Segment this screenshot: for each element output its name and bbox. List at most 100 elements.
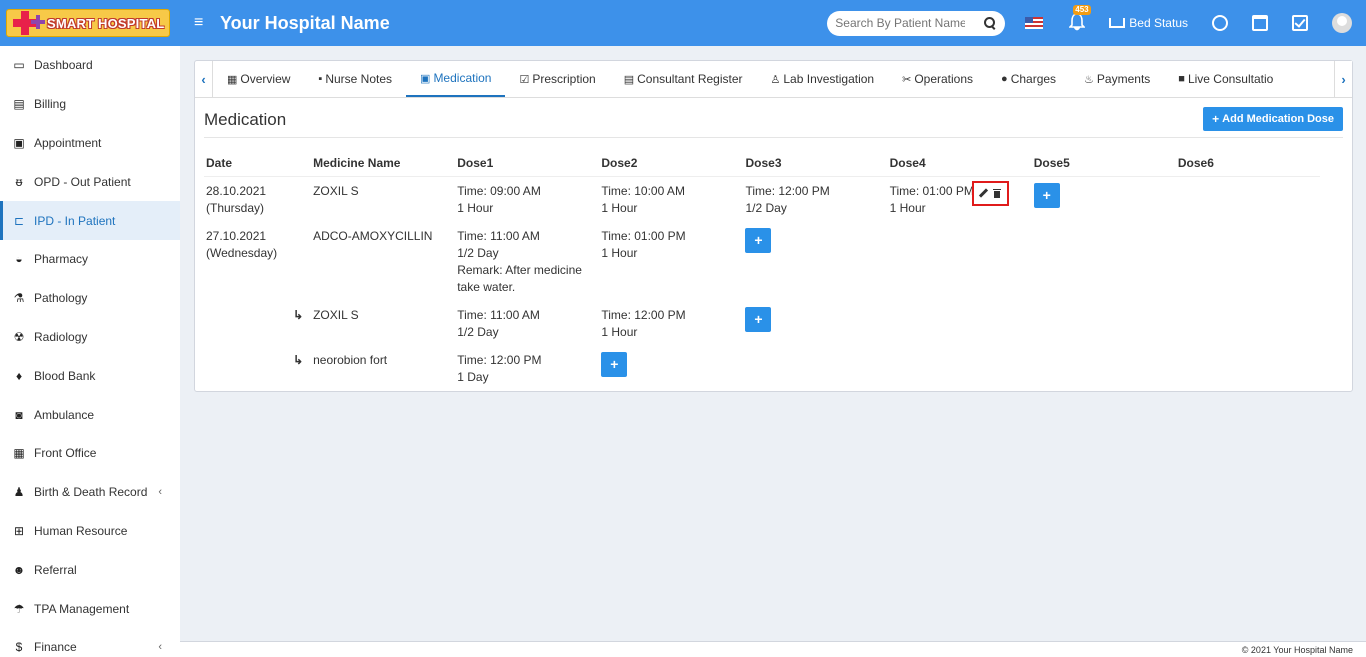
dose-entry[interactable]: Time: 12:00 PM 1 Day [457, 352, 597, 386]
medication-table: Date Medicine Name Dose1 Dose2 Dose3 Dose4 Dos… [204, 151, 1320, 391]
user-avatar[interactable] [1332, 13, 1352, 33]
chevron-left-icon[interactable]: ‹ [158, 641, 162, 653]
sidebar-item-pharmacy[interactable]: ◒ Pharmacy [0, 240, 180, 279]
monitor-icon: ▭ [13, 58, 25, 73]
menu-toggle-icon[interactable]: ≡ [194, 14, 208, 32]
dose-cell: Time: 11:00 AM 1/2 Day Remark: After medic… [455, 222, 599, 301]
tab-label: Charges [1010, 72, 1057, 86]
add-dose-button[interactable]: + [1033, 182, 1060, 208]
dose-cell: Time: 10:00 AM 1 Hour [599, 176, 743, 222]
tab-operations[interactable]: ✂ Operations [888, 61, 987, 97]
tab-payments[interactable]: ♨ Payments [1070, 61, 1164, 97]
donate-icon: ● [1001, 73, 1008, 85]
tab-label: Operations [914, 72, 974, 86]
tabs-scroll-right-icon[interactable]: › [1334, 61, 1352, 97]
patient-search[interactable] [827, 10, 1006, 36]
sidebar-item-label: IPD - In Patient [34, 213, 116, 228]
medicine-name: ZOXIL S [313, 183, 359, 198]
xray-icon: ☢ [13, 329, 25, 344]
dose-entry[interactable]: Time: 10:00 AM 1 Hour [601, 183, 741, 217]
whatsapp-icon[interactable] [1212, 15, 1228, 31]
notification-bell-icon[interactable]: 453 [1067, 5, 1091, 33]
dose-entry[interactable]: Time: 09:00 AM 1 Hour [457, 183, 597, 217]
sidebar-item-pathology[interactable]: ⚗ Pathology [0, 279, 180, 318]
search-icon[interactable] [983, 16, 997, 30]
tab-overview[interactable]: ▦ Overview [213, 61, 304, 97]
dose-time: Time: 09:00 AM [457, 183, 541, 198]
sidebar-item-birth-death-record[interactable]: ♟ Birth & Death Record ‹ [0, 473, 180, 512]
dose-entry[interactable]: Time: 12:00 PM 1 Hour [601, 307, 741, 341]
tabs-scroll-left-icon[interactable]: ‹ [195, 61, 213, 97]
sidebar-item-ambulance[interactable]: ◙ Ambulance [0, 395, 180, 434]
pencil-icon[interactable] [979, 189, 987, 197]
sidebar-item-opd-out-patient[interactable]: ᵿ OPD - Out Patient [0, 162, 180, 201]
dose-cell [888, 301, 1032, 346]
medicine-cell: ↳ neorobion fort [293, 346, 455, 391]
sidebar-item-label: Appointment [34, 135, 102, 150]
copyright-text: © 2021 Your Hospital Name [1241, 645, 1353, 655]
dose-quantity: 1 Hour [601, 200, 638, 215]
sidebar-item-human-resource[interactable]: ⊞ Human Resource [0, 512, 180, 551]
add-medication-dose-button[interactable]: + Add Medication Dose [1203, 107, 1343, 131]
dose-entry[interactable]: Time: 01:00 PM 1 Hour [889, 180, 1030, 217]
hospital-name: Your Hospital Name [220, 12, 390, 33]
chevron-left-icon[interactable]: ‹ [158, 486, 162, 498]
tab-medication[interactable]: ▣ Medication [406, 61, 506, 97]
trash-icon[interactable] [993, 188, 1002, 198]
tab-live-consultatio[interactable]: ■ Live Consultatio [1164, 61, 1287, 97]
dose-quantity: 1 Day [457, 369, 489, 384]
sidebar-item-tpa-management[interactable]: ☂ TPA Management [0, 589, 180, 628]
sidebar-item-dashboard[interactable]: ▭ Dashboard [0, 46, 180, 85]
dose-cell [1176, 346, 1320, 391]
tab-prescription[interactable]: ☑ Prescription [505, 61, 609, 97]
sidebar-item-label: Pathology [34, 291, 88, 306]
sidebar-item-radiology[interactable]: ☢ Radiology [0, 318, 180, 357]
dose-cell: + [599, 346, 743, 391]
sidebar-item-label: TPA Management [34, 601, 130, 616]
tab-label: Prescription [532, 72, 596, 86]
dose-entry[interactable]: Time: 11:00 AM 1/2 Day Remark: After medic… [457, 228, 597, 296]
dose-cell [1176, 301, 1320, 346]
sidebar-item-billing[interactable]: ▤ Billing [0, 85, 180, 124]
sidebar-item-label: Radiology [34, 329, 88, 344]
users-icon: ☻ [12, 562, 26, 577]
dose-actions-highlight [971, 180, 1009, 206]
calendar-icon[interactable] [1252, 15, 1268, 31]
dose-entry[interactable]: Time: 01:00 PM 1 Hour [601, 228, 741, 262]
dose-entry[interactable]: Time: 11:00 AM 1/2 Day [457, 307, 597, 341]
file-icon: ▤ [13, 97, 25, 112]
bed-status-label: Bed Status [1129, 16, 1188, 30]
dose-cell: + [743, 222, 887, 301]
task-check-icon[interactable] [1292, 15, 1308, 31]
sidebar-item-appointment[interactable]: ▣ Appointment [0, 124, 180, 163]
dose-quantity: 1 Hour [601, 324, 638, 339]
sitemap-icon: ⊞ [13, 523, 25, 538]
microscope-icon: ♙ [770, 73, 781, 86]
us-flag-icon[interactable] [1025, 17, 1044, 29]
dose-entry[interactable]: Time: 12:00 PM 1/2 Day [745, 183, 885, 217]
calendar-check-icon: ▣ [13, 135, 25, 150]
sidebar-item-ipd-in-patient[interactable]: ⊏ IPD - In Patient [0, 201, 180, 240]
add-dose-button[interactable]: + [601, 351, 628, 377]
sidebar-item-referral[interactable]: ☻ Referral [0, 550, 180, 589]
sidebar-item-label: Blood Bank [34, 368, 96, 383]
sidebar-item-blood-bank[interactable]: ♦ Blood Bank [0, 356, 180, 395]
add-dose-button[interactable]: + [745, 306, 772, 332]
dose-time: Time: 01:00 PM [601, 228, 686, 243]
sidebar-item-front-office[interactable]: ▦ Front Office [0, 434, 180, 473]
tab-nurse-notes[interactable]: ▪ Nurse Notes [304, 61, 406, 97]
sidebar-item-finance[interactable]: $ Finance ‹ [0, 628, 180, 657]
tab-lab-investigation[interactable]: ♙ Lab Investigation [757, 61, 889, 97]
logo-cross-icon [9, 11, 47, 35]
medkit-icon: ▣ [420, 72, 431, 85]
add-dose-button[interactable]: + [745, 227, 772, 253]
bed-status-button[interactable]: Bed Status [1109, 16, 1188, 30]
tab-charges[interactable]: ● Charges [987, 61, 1070, 97]
logo[interactable]: SMART HOSPITAL [0, 0, 180, 46]
dose-time: Time: 01:00 PM [889, 183, 974, 198]
dose-cell: Time: 01:00 PM 1 Hour [888, 176, 1032, 222]
tab-consultant-register[interactable]: ▤ Consultant Register [610, 61, 757, 97]
sidebar-item-label: Finance [34, 640, 77, 655]
search-input[interactable] [835, 16, 966, 30]
medicine-cell: ZOXIL S [311, 176, 455, 222]
